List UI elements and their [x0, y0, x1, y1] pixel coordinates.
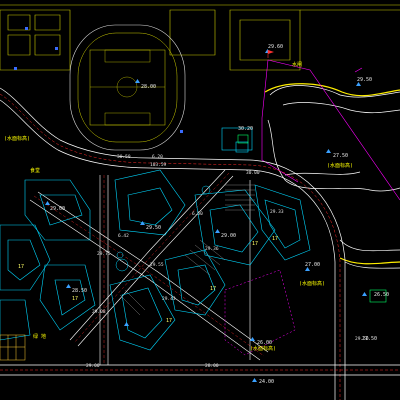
lake-tag: (水面标高) — [327, 162, 353, 169]
elev-north-pin: 29.60 — [268, 44, 283, 50]
lake-outline — [267, 85, 400, 269]
elev-road-north-c: 6.20 — [152, 154, 163, 160]
elevation-marker-icon — [45, 201, 50, 205]
elev-gate: 30.20 — [238, 126, 253, 132]
road-network — [0, 87, 400, 400]
zone-tag: 绿 地 — [33, 333, 46, 340]
pond-tag: (水面标高) — [299, 280, 325, 287]
floor-count-4: 17 — [210, 286, 216, 292]
floor-count-2: 17 — [272, 236, 278, 242]
elev-track-center: 28.00 — [141, 84, 156, 90]
parking-lot — [0, 334, 26, 361]
pin-flag-icon — [267, 50, 274, 58]
elev-block-sw: 28.50 — [72, 288, 87, 294]
site-boundary — [261, 59, 400, 201]
elev-south-road: 24.00 — [259, 379, 274, 385]
grid-label-7: 29.08 — [92, 309, 106, 315]
elevation-marker-icon — [135, 79, 140, 83]
floor-count-6: 17 — [72, 296, 78, 302]
elev-road-north-b: 30.00 — [246, 170, 260, 176]
north-campus-blocks — [0, 4, 400, 71]
elev-east-pond-2: 26.50 — [374, 292, 389, 298]
grid-label-2: 6.50 — [192, 211, 203, 217]
elev-road-north-d: 103.59 — [150, 162, 167, 168]
grid-label-1: 6.42 — [118, 233, 129, 239]
elevation-markers — [45, 49, 367, 382]
grid-label-3: 29.55 — [150, 262, 164, 268]
elev-lake-center: 27.50 — [333, 153, 348, 159]
west-tag: (水面标高) — [4, 135, 30, 142]
hall-tag: 食堂 — [30, 167, 40, 174]
elev-block-center-1: 29.50 — [146, 225, 161, 231]
elevation-marker-icon — [215, 229, 220, 233]
lake-ribbon — [264, 83, 400, 265]
grid-label-4: 29.43 — [162, 296, 176, 302]
elevation-marker-icon — [252, 378, 257, 382]
elevation-marker-icon — [326, 149, 331, 153]
grid-label-8: 29.33 — [270, 209, 284, 215]
grid-label-9: 29.36 — [205, 246, 219, 252]
elev-block-west: 29.00 — [50, 206, 65, 212]
floor-count-5: 17 — [18, 264, 24, 270]
plaza-tag: (水面标高) — [250, 345, 276, 352]
elevation-marker-icon — [362, 292, 367, 296]
elevation-marker-icon — [66, 284, 71, 288]
elev-road-south-a: 29.00 — [86, 363, 100, 369]
elev-east-pond: 27.00 — [305, 262, 320, 268]
cad-drawing-viewport[interactable]: 28.00 29.60 29.50 27.50 27.00 26.50 30.2… — [0, 0, 400, 400]
elev-road-north-a: 30.50 — [117, 154, 131, 160]
floor-count-1: 17 — [252, 241, 258, 247]
pin-tag: 水闸 — [292, 61, 302, 68]
elev-road-south-b: 28.00 — [205, 363, 219, 369]
floor-count-3: 17 — [166, 318, 172, 324]
site-plan-canvas[interactable]: 28.00 29.60 29.50 27.50 27.00 26.50 30.2… — [0, 0, 400, 400]
elev-lake-north: 29.50 — [357, 77, 372, 83]
grid-label-6: 29.75 — [97, 251, 111, 257]
elevation-marker-icon — [250, 337, 255, 341]
north-block-markers — [14, 27, 183, 133]
running-track — [69, 24, 186, 151]
elevation-marker-icon — [124, 322, 129, 326]
grid-label-5: 29.50 — [355, 336, 369, 342]
elev-block-center-2: 29.00 — [221, 233, 236, 239]
